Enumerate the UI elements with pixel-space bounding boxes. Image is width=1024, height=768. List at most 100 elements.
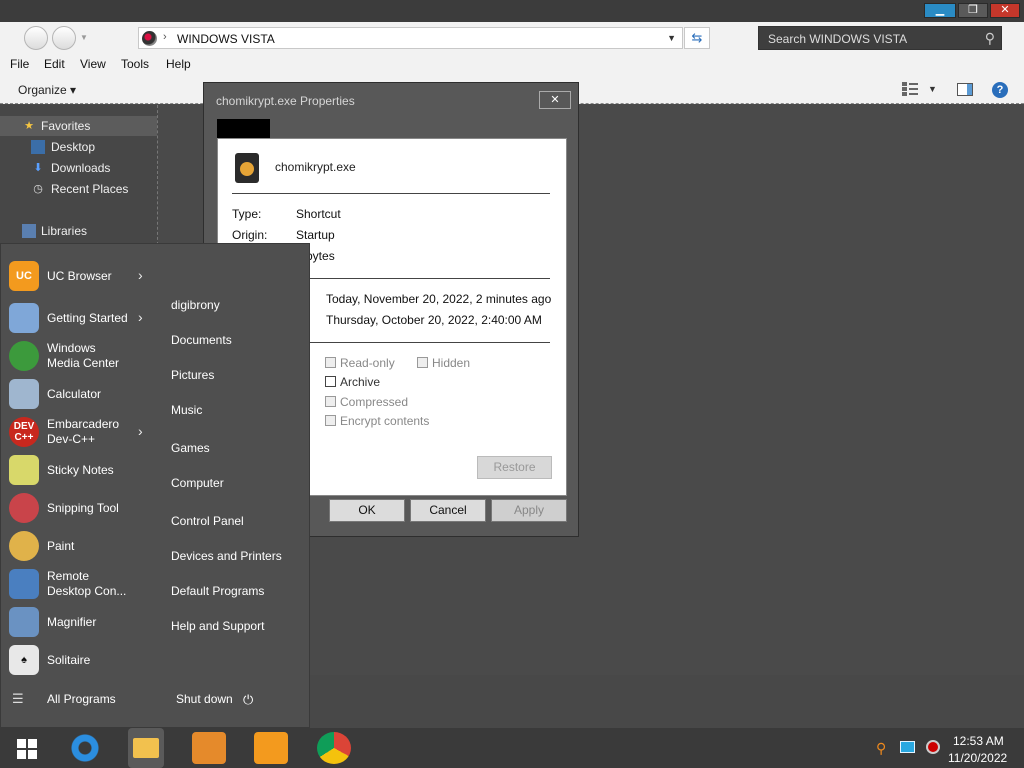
- nav-desktop[interactable]: Desktop: [0, 137, 157, 157]
- start-menu: UC UC Browser › Getting Started › Window…: [0, 243, 310, 728]
- nav-favorites[interactable]: ★ Favorites: [0, 116, 157, 136]
- place-control-panel[interactable]: Control Panel: [171, 514, 244, 528]
- shutdown-button[interactable]: Shut down: [176, 692, 233, 706]
- encrypt-box: [325, 415, 336, 426]
- organize-button[interactable]: Organize ▾: [18, 83, 76, 97]
- address-dropdown-icon[interactable]: ▼: [667, 33, 676, 43]
- refresh-button[interactable]: ⇆: [684, 27, 710, 49]
- close-button[interactable]: ✕: [990, 3, 1020, 18]
- nav-desktop-label: Desktop: [51, 140, 96, 154]
- tray-volume-icon[interactable]: [926, 740, 940, 754]
- start-button[interactable]: [17, 739, 37, 759]
- place-user[interactable]: digibrony: [171, 298, 220, 312]
- all-programs-button[interactable]: ☰ All Programs: [1, 684, 161, 714]
- menu-bar: File Edit View Tools Help: [0, 54, 1024, 76]
- app-sticky-notes[interactable]: Sticky Notes: [1, 452, 156, 490]
- hidden-box: [417, 357, 428, 368]
- forward-button[interactable]: [52, 26, 76, 50]
- modified-value: Today, November 20, 2022, 2 minutes ago: [326, 292, 552, 306]
- taskbar-uc-browser-icon[interactable]: [254, 732, 288, 764]
- type-label: Type:: [232, 207, 262, 221]
- view-options-icon[interactable]: [902, 82, 918, 96]
- taskbar: ⚲ 12:53 AM 11/20/2022: [0, 728, 1024, 768]
- dialog-tab-general[interactable]: [217, 119, 270, 139]
- place-devices-printers[interactable]: Devices and Printers: [171, 549, 282, 563]
- address-toolbar: ▼ › WINDOWS VISTA ▼ ⇆ Search WINDOWS VIS…: [0, 22, 1024, 54]
- ok-button[interactable]: OK: [329, 499, 405, 522]
- app-calculator[interactable]: Calculator: [1, 376, 156, 414]
- place-pictures[interactable]: Pictures: [171, 368, 214, 382]
- menu-help[interactable]: Help: [166, 57, 191, 71]
- place-default-programs[interactable]: Default Programs: [171, 584, 264, 598]
- hidden-label: Hidden: [432, 356, 471, 370]
- taskbar-media-player-icon[interactable]: [192, 732, 226, 764]
- app-media-center[interactable]: Windows Media Center: [1, 338, 156, 376]
- search-icon[interactable]: ⚲: [985, 30, 995, 47]
- chevron-right-icon[interactable]: ›: [138, 423, 143, 439]
- back-button[interactable]: [24, 26, 48, 50]
- minimize-button[interactable]: ▁: [924, 3, 956, 18]
- tray-network-icon[interactable]: [900, 741, 915, 753]
- nav-libraries-label: Libraries: [41, 224, 88, 238]
- address-field[interactable]: › WINDOWS VISTA ▼: [138, 27, 683, 49]
- app-uc-browser[interactable]: UC UC Browser ›: [1, 258, 156, 296]
- taskbar-internet-explorer-icon[interactable]: [68, 732, 102, 764]
- restore-button[interactable]: Restore: [477, 456, 552, 479]
- view-dropdown-icon[interactable]: ▼: [928, 84, 937, 94]
- search-input[interactable]: Search WINDOWS VISTA ⚲: [758, 26, 1002, 50]
- place-games[interactable]: Games: [171, 441, 210, 455]
- tray-search-icon[interactable]: ⚲: [876, 740, 886, 757]
- taskbar-file-explorer-icon[interactable]: [128, 728, 164, 768]
- cancel-button[interactable]: Cancel: [410, 499, 486, 522]
- devcpp-icon: DEV C++: [9, 417, 39, 447]
- menu-file[interactable]: File: [10, 57, 29, 71]
- separator: [232, 193, 550, 194]
- app-paint[interactable]: Paint: [1, 528, 156, 566]
- sticky-notes-icon: [9, 455, 39, 485]
- place-documents[interactable]: Documents: [171, 333, 232, 347]
- star-icon: ★: [24, 120, 34, 132]
- type-value: Shortcut: [296, 207, 341, 221]
- clock-date[interactable]: 11/20/2022: [948, 751, 1007, 765]
- place-music[interactable]: Music: [171, 403, 202, 417]
- nav-recent-places[interactable]: ◷ Recent Places: [0, 179, 157, 199]
- folder-icon: [133, 738, 159, 758]
- menu-tools[interactable]: Tools: [121, 57, 149, 71]
- apply-button[interactable]: Apply: [491, 499, 567, 522]
- uc-browser-icon: UC: [9, 261, 39, 291]
- app-remote-desktop[interactable]: Remote Desktop Con...: [1, 566, 156, 604]
- title-bar[interactable]: ▁ ❐ ✕: [0, 0, 1024, 22]
- accessed-value: Thursday, October 20, 2022, 2:40:00 AM: [326, 313, 542, 327]
- maximize-button[interactable]: ❐: [958, 3, 988, 18]
- chevron-right-icon[interactable]: ›: [138, 309, 143, 325]
- app-devcpp[interactable]: DEV C++ Embarcadero Dev-C++ ›: [1, 414, 156, 452]
- menu-view[interactable]: View: [80, 57, 106, 71]
- clock-time[interactable]: 12:53 AM: [953, 734, 1004, 748]
- all-programs-label: All Programs: [47, 692, 116, 706]
- breadcrumb-chevron-icon[interactable]: ›: [163, 31, 167, 43]
- app-magnifier[interactable]: Magnifier: [1, 604, 156, 642]
- place-computer[interactable]: Computer: [171, 476, 224, 490]
- organize-label: Organize: [18, 83, 67, 97]
- app-label: Paint: [47, 539, 75, 553]
- taskbar-chrome-icon[interactable]: [317, 732, 351, 764]
- app-getting-started[interactable]: Getting Started ›: [1, 300, 156, 338]
- downloads-icon: ⬇: [33, 162, 43, 174]
- place-help-support[interactable]: Help and Support: [171, 619, 264, 633]
- power-icon[interactable]: ⏻: [243, 692, 253, 708]
- preview-pane-icon[interactable]: [957, 83, 973, 96]
- app-solitaire[interactable]: ♠ Solitaire: [1, 642, 156, 680]
- chevron-right-icon[interactable]: ›: [138, 267, 143, 283]
- recent-pages-dropdown[interactable]: ▼: [80, 33, 88, 42]
- desktop-icon: [31, 140, 45, 154]
- app-snipping-tool[interactable]: Snipping Tool: [1, 490, 156, 528]
- help-icon[interactable]: ?: [992, 82, 1008, 98]
- dialog-close-button[interactable]: ✕: [539, 91, 571, 109]
- menu-edit[interactable]: Edit: [44, 57, 65, 71]
- nav-recent-places-label: Recent Places: [51, 182, 129, 196]
- magnifier-icon: [9, 607, 39, 637]
- archive-label: Archive: [340, 375, 381, 389]
- nav-libraries[interactable]: Libraries: [0, 221, 157, 241]
- compressed-label: Compressed: [340, 395, 409, 409]
- nav-downloads[interactable]: ⬇ Downloads: [0, 158, 157, 178]
